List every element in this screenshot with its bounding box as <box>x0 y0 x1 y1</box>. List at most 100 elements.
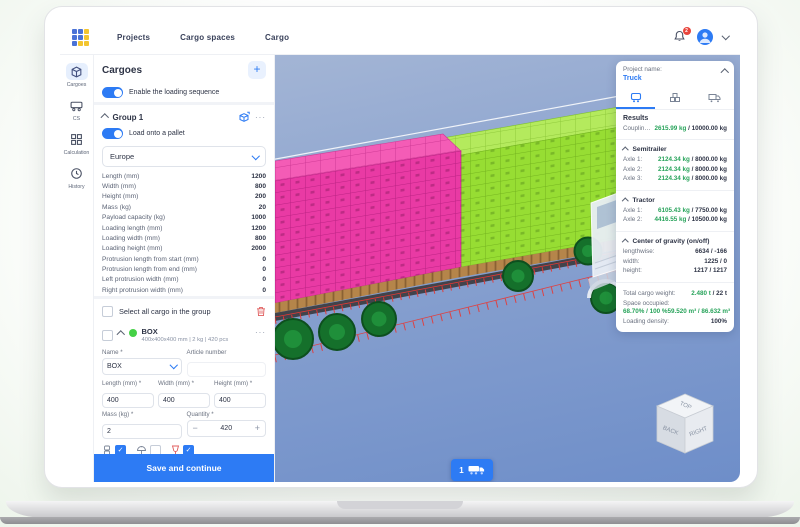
field-value: 2000 <box>251 245 266 253</box>
group-collapse-chevron-icon[interactable] <box>100 114 109 122</box>
coupling-row: Coupling l... 2615.99 kg / 10000.00 kg <box>623 125 727 132</box>
field-value: 800 <box>254 234 266 242</box>
axle-label: Axle 2: <box>623 165 643 173</box>
stacking-checkbox[interactable]: ✓ <box>115 444 126 454</box>
delete-trash-icon[interactable] <box>256 306 266 317</box>
axle-max: / 7750.00 kg <box>691 206 727 214</box>
laptop-screen: Projects Cargo spaces Cargo 2 Cargoes CS… <box>44 6 758 488</box>
nav-projects[interactable]: Projects <box>117 33 150 42</box>
rail-label: Calculation <box>63 150 90 156</box>
axle-label: Axle 2: <box>623 216 643 224</box>
results-card: Project name: Truck Results Coupling 261… <box>616 61 734 333</box>
grid-icon <box>71 134 82 145</box>
cog-title: Center of gravity (on/off) <box>632 238 710 246</box>
field-row: Loading length (mm) 1200 <box>94 223 274 233</box>
user-avatar[interactable] <box>696 29 713 45</box>
field-row: Length (mm) 1200 <box>94 171 274 181</box>
total-weight-max: / 22 t <box>712 290 727 298</box>
cargoes-panel-scroll[interactable]: Cargoes + Enable the loading sequence Gr… <box>94 55 274 454</box>
clock-icon <box>71 168 82 179</box>
select-all-checkbox[interactable] <box>102 305 113 317</box>
trailer-tab-icon <box>630 92 641 102</box>
field-value: 800 <box>254 183 266 191</box>
tab-truck[interactable] <box>695 87 734 109</box>
account-chevron-down-icon[interactable] <box>721 32 730 40</box>
tractor-title: Tractor <box>632 196 655 204</box>
field-value: 20 <box>258 203 266 211</box>
project-name: Truck <box>623 74 642 82</box>
length-label: Length (mm) * <box>102 379 142 387</box>
field-row: Protrusion length from start (mm) 0 <box>94 254 274 264</box>
loading-density-value: 100% <box>710 317 727 325</box>
quantity-minus-button[interactable]: − <box>193 423 198 433</box>
fragile-glass-icon <box>171 445 180 454</box>
rail-item-cargoes[interactable]: Cargoes <box>65 63 88 88</box>
quantity-plus-button[interactable]: + <box>255 423 260 433</box>
space-occupied-percent: 68.70% / 100 % <box>623 308 668 316</box>
cog-chevron-icon[interactable] <box>622 239 629 246</box>
nav-cargo[interactable]: Cargo <box>265 33 289 42</box>
axle-row: Axle 2: 4416.55 kg / 10500.00 kg <box>623 216 727 223</box>
quantity-label: Quantity * <box>186 410 214 418</box>
viewport-3d[interactable]: Project name: Truck Results Coupling 261… <box>275 55 740 482</box>
height-input[interactable] <box>214 392 266 408</box>
cog-row: height: 1217 / 1217 <box>623 267 727 274</box>
nav-cargo-spaces[interactable]: Cargo spaces <box>180 33 235 42</box>
group-box-icon[interactable] <box>238 111 250 123</box>
cargo-menu-button[interactable]: ··· <box>255 328 266 337</box>
tractor-chevron-icon[interactable] <box>622 198 629 205</box>
loading-sequence-toggle[interactable] <box>102 87 123 98</box>
quantity-stepper[interactable]: − 420 + <box>186 419 266 437</box>
rail-item-history[interactable]: History <box>66 165 88 190</box>
semitrailer-chevron-icon[interactable] <box>622 147 629 154</box>
cog-row: lengthwise: 6634 / -166 <box>623 248 727 255</box>
rail-label: Cargoes <box>66 82 87 88</box>
keep-dry-checkbox[interactable] <box>150 444 161 454</box>
field-row: Height (mm) 200 <box>94 192 274 202</box>
axle-max: / 8000.00 kg <box>691 175 727 183</box>
mass-label: Mass (kg) * <box>102 410 134 418</box>
fragile-checkbox[interactable]: ✓ <box>183 444 194 454</box>
select-chevron-down-icon <box>169 361 178 369</box>
pallet-toggle[interactable] <box>102 128 123 139</box>
field-label: Payload capacity (kg) <box>102 214 166 222</box>
width-input[interactable] <box>158 392 210 408</box>
length-input[interactable] <box>102 392 154 408</box>
tab-cargo-groups[interactable] <box>655 87 694 109</box>
card-collapse-chevron-icon[interactable] <box>720 68 729 77</box>
field-row: Width (mm) 800 <box>94 181 274 191</box>
coupling-label: Coupling l... <box>623 124 652 132</box>
field-label: Loading width (mm) <box>102 234 160 242</box>
field-label: Height (mm) <box>102 193 139 201</box>
cargo-collapse-chevron-icon[interactable] <box>116 330 125 339</box>
rail-label: CS <box>72 116 81 122</box>
cargo-name: BOX <box>141 326 158 336</box>
pallet-type-select[interactable]: Europe <box>102 146 266 167</box>
truck-page-button[interactable]: 1 <box>451 459 493 481</box>
results-title: Results <box>623 114 649 122</box>
add-cargo-button[interactable]: + <box>248 61 266 79</box>
space-occupied-volume: 59.520 m³ / 86.632 m³ <box>667 308 731 316</box>
view-orientation-cube[interactable]: TOP BACK RIGHT <box>654 392 716 456</box>
field-row: Loading height (mm) 2000 <box>94 244 274 254</box>
field-value: 1200 <box>251 224 266 232</box>
cargo-name-select[interactable]: BOX <box>102 357 182 375</box>
axle-value: 2124.34 kg <box>658 156 690 164</box>
article-number-input[interactable] <box>186 361 266 377</box>
notifications-button[interactable]: 2 <box>673 27 691 44</box>
rail-item-calculation[interactable]: Calculation <box>63 131 90 156</box>
article-label: Article number <box>186 348 227 356</box>
side-icon-rail: Cargoes CS Calculation History <box>60 55 94 482</box>
field-value: 0 <box>262 255 266 263</box>
rail-item-cs[interactable]: CS <box>66 97 88 122</box>
group-menu-button[interactable]: ··· <box>255 113 266 122</box>
mass-input[interactable] <box>102 423 182 439</box>
field-row: Payload capacity (kg) 1000 <box>94 213 274 223</box>
tab-trailer[interactable] <box>616 87 656 109</box>
field-row: Left protrusion width (mm) 0 <box>94 275 274 285</box>
cargo-item-checkbox[interactable] <box>102 329 113 341</box>
app-logo-icon <box>72 28 89 46</box>
save-and-continue-button[interactable]: Save and continue <box>94 454 274 482</box>
axle-value: 6105.43 kg <box>658 206 690 214</box>
laptop-base-edge <box>0 517 800 524</box>
